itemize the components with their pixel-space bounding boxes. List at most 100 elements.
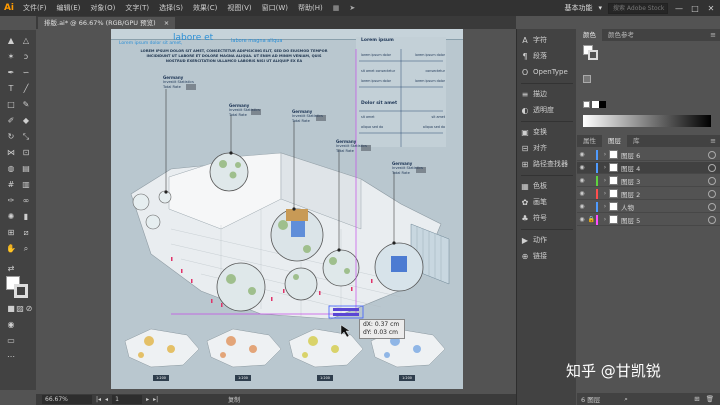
chevron-down-icon[interactable]: ▾: [598, 4, 602, 12]
menu-window[interactable]: 窗口(W): [257, 3, 293, 13]
trash-icon[interactable]: 🗑: [706, 395, 720, 403]
lock-icon[interactable]: 🔒: [587, 216, 596, 223]
layer-row[interactable]: ◉ › 图层 3: [577, 175, 720, 187]
white-swatch[interactable]: [592, 101, 599, 108]
page-number[interactable]: 1: [112, 395, 143, 404]
eye-icon[interactable]: ◉: [577, 164, 587, 171]
eye-icon[interactable]: ◉: [577, 216, 587, 223]
layer-row[interactable]: ◉ › 人物: [577, 201, 720, 213]
document-tab[interactable]: 排版.ai* @ 66.67% (RGB/GPU 预览) ×: [38, 17, 176, 29]
eye-icon[interactable]: ◉: [577, 203, 587, 210]
prev-page-icon[interactable]: ◂: [105, 396, 108, 403]
panel-menu-icon[interactable]: ≡: [710, 137, 720, 145]
menu-edit[interactable]: 编辑(E): [52, 3, 86, 13]
draw-mode-icon[interactable]: ◉: [4, 318, 18, 331]
align-panel-button[interactable]: ⊟ 对齐: [517, 140, 577, 156]
eye-icon[interactable]: ◉: [577, 151, 587, 158]
rectangle-tool-icon[interactable]: □: [4, 98, 18, 111]
tab-close-icon[interactable]: ×: [164, 19, 169, 27]
menu-effect[interactable]: 效果(C): [188, 3, 222, 13]
free-transform-icon[interactable]: ⊡: [19, 146, 33, 159]
transform-panel-button[interactable]: ▣ 变换: [517, 124, 577, 140]
expand-arrow-icon[interactable]: ›: [601, 216, 609, 223]
panel-menu-icon[interactable]: ≡: [710, 31, 720, 39]
target-icon[interactable]: [708, 176, 716, 185]
search-icon[interactable]: ⌕: [624, 395, 628, 404]
expand-arrow-icon[interactable]: ›: [601, 190, 609, 197]
tab-color-guide[interactable]: 颜色参考: [602, 29, 640, 41]
zoom-level[interactable]: 66.67%: [42, 395, 92, 404]
magic-wand-icon[interactable]: ✶: [4, 50, 18, 63]
stroke-swatch[interactable]: [14, 284, 28, 298]
first-page-icon[interactable]: |◂: [96, 396, 101, 403]
type-tool-icon[interactable]: T: [4, 82, 18, 95]
slice-tool-icon[interactable]: ⧄: [19, 226, 33, 239]
lasso-icon[interactable]: ↄ: [19, 50, 33, 63]
eraser-icon[interactable]: ◆: [19, 114, 33, 127]
more-tools-icon[interactable]: ⋯: [4, 350, 18, 363]
shaper-tool-icon[interactable]: ✐: [4, 114, 18, 127]
links-panel-button[interactable]: ⊕ 链接: [517, 248, 577, 264]
maximize-icon[interactable]: □: [690, 4, 700, 13]
target-icon[interactable]: [708, 202, 716, 211]
color-spectrum[interactable]: [583, 115, 711, 127]
send-icon[interactable]: ➤: [344, 4, 360, 12]
workspace-switcher[interactable]: 基本功能: [564, 3, 592, 13]
tab-libraries[interactable]: 库: [627, 135, 646, 147]
none-mode-icon[interactable]: ⊘: [22, 302, 36, 315]
bridge-icon[interactable]: ▦: [328, 4, 345, 12]
eye-icon[interactable]: ◉: [577, 177, 587, 184]
width-tool-icon[interactable]: ⋈: [4, 146, 18, 159]
menu-type[interactable]: 文字(T): [120, 3, 154, 13]
transparency-panel-button[interactable]: ◐ 透明度: [517, 102, 577, 118]
close-icon[interactable]: ✕: [706, 4, 716, 13]
layer-name[interactable]: 人物: [621, 202, 708, 212]
swatches-panel-button[interactable]: ▦ 色板: [517, 178, 577, 194]
zoom-tool-icon[interactable]: ⌕: [19, 242, 33, 255]
curvature-tool-icon[interactable]: ∽: [19, 66, 33, 79]
layer-row[interactable]: ◉ 🔒 › 图层 5: [577, 214, 720, 226]
eye-icon[interactable]: ◉: [577, 190, 587, 197]
artboard[interactable]: labore et labore magna aliqua Lorem ipsu…: [111, 29, 463, 389]
opentype-panel-button[interactable]: O OpenType: [517, 64, 577, 80]
menu-view[interactable]: 视图(V): [222, 3, 256, 13]
stroke-panel-button[interactable]: ≡ 描边: [517, 86, 577, 102]
out-of-gamut-icon[interactable]: [583, 75, 591, 83]
scale-tool-icon[interactable]: ⤡: [19, 130, 33, 143]
target-icon[interactable]: [708, 215, 716, 224]
pen-tool-icon[interactable]: ✒: [4, 66, 18, 79]
layer-name[interactable]: 图层 5: [621, 215, 708, 225]
eyedropper-icon[interactable]: ✑: [4, 194, 18, 207]
next-page-icon[interactable]: ▸: [146, 396, 149, 403]
target-icon[interactable]: [708, 150, 716, 159]
graph-tool-icon[interactable]: ▮: [19, 210, 33, 223]
selection-tool-icon[interactable]: ▲: [4, 34, 18, 47]
black-swatch[interactable]: [599, 101, 606, 108]
paragraph-panel-button[interactable]: ¶ 段落: [517, 48, 577, 64]
menu-file[interactable]: 文件(F): [18, 3, 52, 13]
last-page-icon[interactable]: ▸|: [153, 396, 158, 403]
mesh-tool-icon[interactable]: #: [4, 178, 18, 191]
expand-arrow-icon[interactable]: ›: [601, 177, 609, 184]
layer-name[interactable]: 图层 6: [621, 150, 708, 160]
symbols-panel-button[interactable]: ♣ 符号: [517, 210, 577, 226]
expand-arrow-icon[interactable]: ›: [601, 151, 609, 158]
paintbrush-icon[interactable]: ✎: [19, 98, 33, 111]
rotate-tool-icon[interactable]: ↻: [4, 130, 18, 143]
symbol-sprayer-icon[interactable]: ✺: [4, 210, 18, 223]
stock-search-input[interactable]: 搜索 Adobe Stock: [608, 2, 668, 14]
status-mode[interactable]: 复制: [228, 395, 240, 404]
menu-object[interactable]: 对象(O): [85, 3, 120, 13]
shape-builder-icon[interactable]: ◍: [4, 162, 18, 175]
layer-row[interactable]: ◉ › 图层 4: [577, 162, 720, 174]
minimize-icon[interactable]: —: [674, 4, 684, 13]
swap-colors-icon[interactable]: ⇄: [4, 262, 18, 275]
tab-properties[interactable]: 属性: [577, 135, 602, 147]
menu-select[interactable]: 选择(S): [154, 3, 188, 13]
target-icon[interactable]: [708, 163, 716, 172]
brushes-panel-button[interactable]: ✿ 画笔: [517, 194, 577, 210]
layer-row[interactable]: ◉ › 图层 6: [577, 149, 720, 161]
perspective-grid-icon[interactable]: ▤: [19, 162, 33, 175]
new-layer-icon[interactable]: ⊞: [694, 395, 705, 403]
expand-arrow-icon[interactable]: ›: [601, 164, 609, 171]
